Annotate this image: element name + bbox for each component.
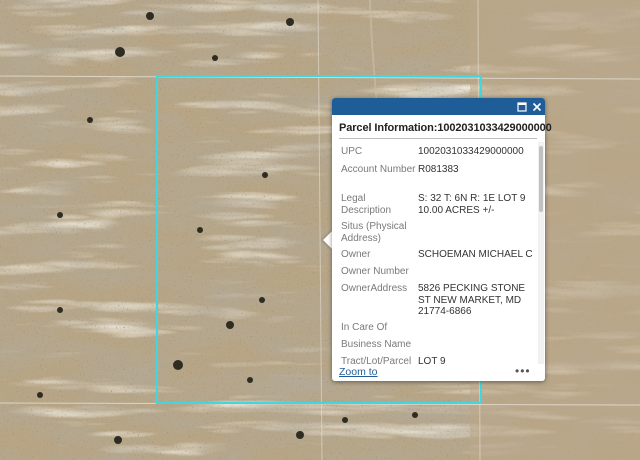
field-label: Account Number xyxy=(341,164,416,175)
field-value: 1002031033429000000 xyxy=(418,146,524,157)
field-value: R081383 xyxy=(418,164,459,175)
field-label: Owner Number xyxy=(341,266,409,277)
field-label: Situs (Physical Address) xyxy=(341,221,407,244)
field-value: SCHOEMAN MICHAEL C xyxy=(418,249,533,260)
zoom-to-link[interactable]: Zoom to xyxy=(339,366,378,378)
more-options-button[interactable]: ••• xyxy=(515,365,531,377)
field-value: LOT 9 xyxy=(418,356,446,364)
field-label: UPC xyxy=(341,146,363,157)
field-value: S: 32 T: 6N R: 1E LOT 9 10.00 ACRES +/- xyxy=(418,193,526,216)
popup-header xyxy=(332,98,545,115)
maximize-icon xyxy=(516,101,527,112)
popup-scrollbar[interactable] xyxy=(538,142,544,364)
field-value: 5826 PECKING STONE ST NEW MARKET, MD 217… xyxy=(418,283,526,317)
popup-footer: Zoom to ••• xyxy=(332,364,545,381)
field-label: Owner xyxy=(341,249,371,260)
scroll-thumb[interactable] xyxy=(539,146,543,212)
field-label: Legal Description xyxy=(341,193,392,216)
close-button[interactable] xyxy=(529,99,544,114)
title-divider xyxy=(339,138,537,139)
maximize-button[interactable] xyxy=(514,99,529,114)
parcel-popup: Parcel Information:1002031033429000000 U… xyxy=(332,98,552,381)
field-label: OwnerAddress xyxy=(341,283,408,294)
field-label: Tract/Lot/Parcel xyxy=(341,356,412,364)
field-label: Business Name xyxy=(341,339,412,350)
close-icon xyxy=(532,102,541,111)
field-label: In Care Of xyxy=(341,322,388,333)
attribute-list[interactable]: UPC 1002031033429000000 Account Number R… xyxy=(332,142,538,364)
popup-title: Parcel Information:1002031033429000000 xyxy=(339,122,552,134)
